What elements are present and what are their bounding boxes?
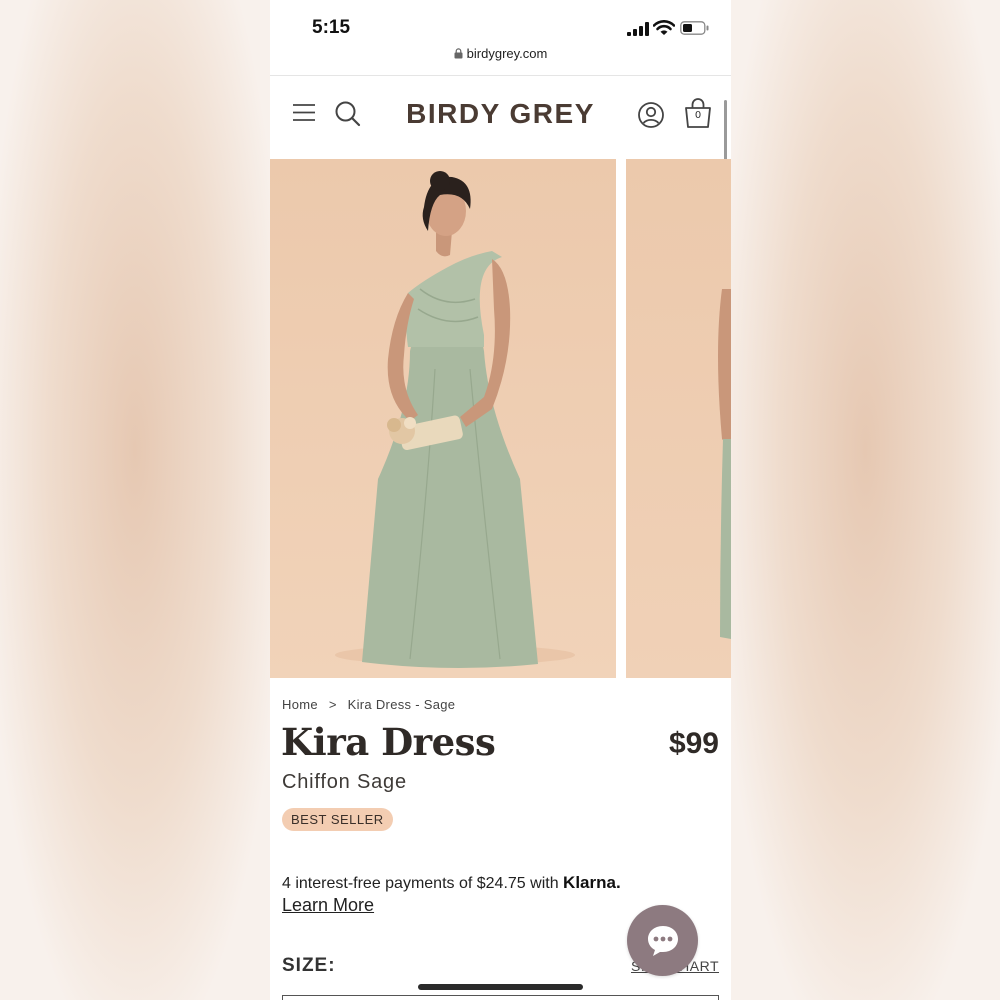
size-select-dropdown[interactable] xyxy=(282,995,719,1000)
model-in-dress-partial-illustration xyxy=(718,289,731,639)
lock-icon xyxy=(454,48,463,59)
product-price: $99 xyxy=(668,727,719,760)
product-photo-main[interactable] xyxy=(270,159,616,678)
klarna-logo: Klarna. xyxy=(563,873,621,892)
size-label: SIZE: xyxy=(282,955,336,976)
url-bar[interactable]: birdygrey.com xyxy=(270,46,731,70)
model-in-dress-illustration xyxy=(335,171,575,669)
product-title: Kira Dress xyxy=(281,720,496,764)
account-icon[interactable] xyxy=(637,101,665,129)
blurred-background-right xyxy=(731,0,1000,1000)
home-indicator xyxy=(418,984,583,990)
learn-more-link[interactable]: Learn More xyxy=(282,895,374,916)
breadcrumb-current-link[interactable]: Kira Dress - Sage xyxy=(348,697,456,712)
best-seller-badge: BEST SELLER xyxy=(282,808,393,831)
wifi-icon xyxy=(653,20,675,35)
site-header: BIRDY GREY 0 xyxy=(270,75,731,159)
signal-icon xyxy=(627,22,649,36)
breadcrumb-separator: > xyxy=(328,697,337,712)
breadcrumb: Home > Kira Dress - Sage xyxy=(282,697,455,712)
status-time: 5:15 xyxy=(312,17,351,38)
status-bar: 5:15 xyxy=(270,0,731,44)
klarna-payment-info: 4 interest-free payments of $24.75 with … xyxy=(282,873,621,893)
chat-button[interactable] xyxy=(627,905,698,976)
product-photo-next[interactable] xyxy=(626,159,731,678)
blurred-background-left xyxy=(0,0,270,1000)
cart-count: 0 xyxy=(694,110,702,121)
url-text: birdygrey.com xyxy=(466,46,548,61)
klarna-payment-text: 4 interest-free payments of $24.75 with xyxy=(282,875,564,892)
breadcrumb-home-link[interactable]: Home xyxy=(282,697,318,712)
battery-icon xyxy=(680,21,709,35)
product-image-gallery xyxy=(270,159,731,678)
chat-bubble-icon xyxy=(648,926,678,956)
product-subtitle: Chiffon Sage xyxy=(282,771,407,793)
phone-screen: 5:15 birdygrey.com BIRDY GREY 0 Home > K… xyxy=(270,0,731,1000)
